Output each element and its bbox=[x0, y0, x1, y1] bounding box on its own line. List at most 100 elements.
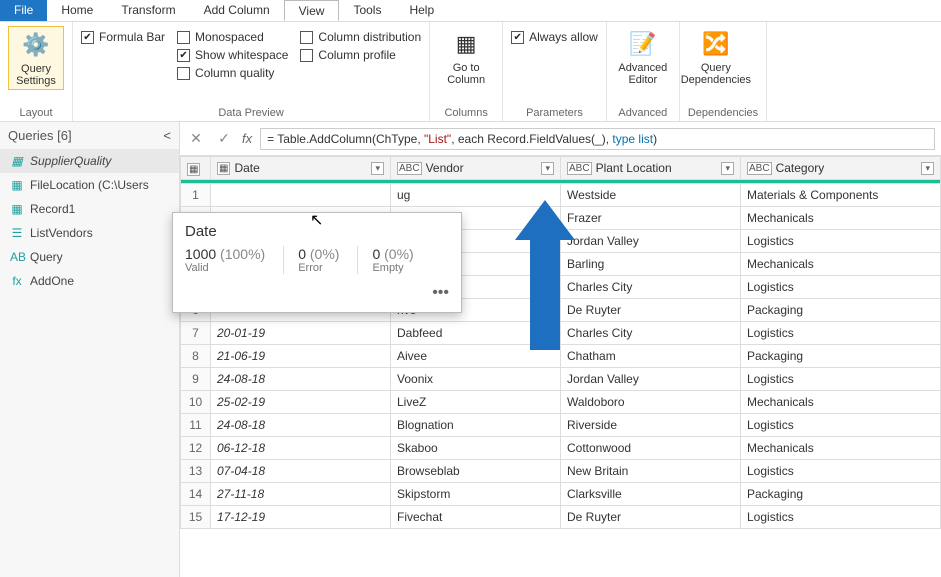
row-number[interactable]: 13 bbox=[181, 460, 211, 483]
cell-category[interactable]: Materials & Components bbox=[741, 184, 941, 207]
menu-file[interactable]: File bbox=[0, 0, 47, 21]
cell-date[interactable]: 25-02-19 bbox=[211, 391, 391, 414]
menu-add-column[interactable]: Add Column bbox=[190, 0, 284, 21]
table-row[interactable]: 1025-02-19LiveZWaldoboroMechanicals bbox=[181, 391, 941, 414]
sidebar-item[interactable]: ▦Record1 bbox=[0, 197, 179, 221]
cell-plant[interactable]: Cottonwood bbox=[561, 437, 741, 460]
cell-plant[interactable]: Waldoboro bbox=[561, 391, 741, 414]
chk-column-distribution[interactable]: Column distribution bbox=[300, 30, 421, 44]
sidebar-item[interactable]: ☰ListVendors bbox=[0, 221, 179, 245]
sidebar-item[interactable]: ABQuery bbox=[0, 245, 179, 269]
menu-transform[interactable]: Transform bbox=[107, 0, 189, 21]
dropdown-icon[interactable]: ▾ bbox=[921, 162, 934, 175]
cell-date[interactable]: 06-12-18 bbox=[211, 437, 391, 460]
sidebar-item[interactable]: ▦SupplierQuality bbox=[0, 149, 179, 173]
chk-column-quality[interactable]: Column quality bbox=[177, 66, 288, 80]
menu-view[interactable]: View bbox=[284, 0, 340, 21]
row-number[interactable]: 9 bbox=[181, 368, 211, 391]
cell-category[interactable]: Logistics bbox=[741, 230, 941, 253]
cell-vendor[interactable]: LiveZ bbox=[391, 391, 561, 414]
cell-category[interactable]: Logistics bbox=[741, 506, 941, 529]
cell-category[interactable]: Mechanicals bbox=[741, 207, 941, 230]
collapse-icon[interactable]: < bbox=[163, 128, 171, 143]
stat-pct: (100%) bbox=[220, 246, 265, 262]
advanced-editor-button[interactable]: 📝 Advanced Editor bbox=[615, 26, 671, 88]
dropdown-icon[interactable]: ▾ bbox=[371, 162, 384, 175]
cell-category[interactable]: Packaging bbox=[741, 483, 941, 506]
cell-date[interactable]: 17-12-19 bbox=[211, 506, 391, 529]
chk-column-profile[interactable]: Column profile bbox=[300, 48, 421, 62]
column-header-vendor[interactable]: ABCVendor▾ bbox=[391, 157, 561, 180]
cancel-formula-button[interactable]: ✕ bbox=[186, 130, 206, 147]
cell-category[interactable]: Mechanicals bbox=[741, 391, 941, 414]
cell-category[interactable]: Logistics bbox=[741, 368, 941, 391]
menu-home[interactable]: Home bbox=[47, 0, 107, 21]
row-number[interactable]: 7 bbox=[181, 322, 211, 345]
cell-date[interactable]: 21-06-19 bbox=[211, 345, 391, 368]
table-row[interactable]: 1427-11-18SkipstormClarksvillePackaging bbox=[181, 483, 941, 506]
cell-plant[interactable]: Jordan Valley bbox=[561, 368, 741, 391]
row-number[interactable]: 14 bbox=[181, 483, 211, 506]
cell-vendor[interactable]: Fivechat bbox=[391, 506, 561, 529]
cell-date[interactable]: 07-04-18 bbox=[211, 460, 391, 483]
cell-vendor[interactable]: Skipstorm bbox=[391, 483, 561, 506]
table-row[interactable]: 1206-12-18SkabooCottonwoodMechanicals bbox=[181, 437, 941, 460]
cell-date[interactable] bbox=[211, 184, 391, 207]
row-number[interactable]: 11 bbox=[181, 414, 211, 437]
checkbox-icon bbox=[300, 31, 313, 44]
column-header-category[interactable]: ABCCategory▾ bbox=[741, 157, 941, 180]
formula-input[interactable]: = Table.AddColumn(ChType, "List", each R… bbox=[260, 128, 935, 150]
chk-show-whitespace[interactable]: Show whitespace bbox=[177, 48, 288, 62]
cell-category[interactable]: Logistics bbox=[741, 322, 941, 345]
table-row[interactable]: 1307-04-18BrowseblabNew BritainLogistics bbox=[181, 460, 941, 483]
checkbox-icon bbox=[177, 67, 190, 80]
cell-category[interactable]: Logistics bbox=[741, 414, 941, 437]
cell-category[interactable]: Packaging bbox=[741, 345, 941, 368]
cell-plant[interactable]: Clarksville bbox=[561, 483, 741, 506]
cell-category[interactable]: Mechanicals bbox=[741, 253, 941, 276]
query-dependencies-button[interactable]: 🔀 Query Dependencies bbox=[688, 26, 744, 88]
go-to-column-button[interactable]: ▦ Go to Column bbox=[438, 26, 494, 88]
cell-vendor[interactable]: Browseblab bbox=[391, 460, 561, 483]
cell-plant[interactable]: New Britain bbox=[561, 460, 741, 483]
row-number[interactable]: 8 bbox=[181, 345, 211, 368]
sidebar-item[interactable]: fxAddOne bbox=[0, 269, 179, 293]
cell-category[interactable]: Logistics bbox=[741, 460, 941, 483]
chk-monospaced[interactable]: Monospaced bbox=[177, 30, 288, 44]
tooltip-menu-button[interactable]: ••• bbox=[185, 284, 449, 302]
column-header-date[interactable]: ▦Date▾ bbox=[211, 157, 391, 180]
corner-cell[interactable]: ▦ bbox=[181, 157, 211, 180]
query-settings-button[interactable]: ⚙️ Query Settings bbox=[8, 26, 64, 90]
cell-category[interactable]: Logistics bbox=[741, 276, 941, 299]
chk-formula-bar[interactable]: Formula Bar bbox=[81, 30, 165, 44]
cell-plant[interactable]: De Ruyter bbox=[561, 506, 741, 529]
table-row[interactable]: 1517-12-19FivechatDe RuyterLogistics bbox=[181, 506, 941, 529]
cell-date[interactable]: 24-08-18 bbox=[211, 368, 391, 391]
dropdown-icon[interactable]: ▾ bbox=[721, 162, 734, 175]
accept-formula-button[interactable]: ✓ bbox=[214, 130, 234, 147]
cell-vendor[interactable]: Blognation bbox=[391, 414, 561, 437]
dependencies-icon: 🔀 bbox=[700, 28, 732, 60]
cell-date[interactable]: 24-08-18 bbox=[211, 414, 391, 437]
chk-always-allow[interactable]: Always allow bbox=[511, 30, 598, 44]
chk-label: Column distribution bbox=[318, 30, 421, 44]
cell-vendor[interactable]: Voonix bbox=[391, 368, 561, 391]
row-number[interactable]: 15 bbox=[181, 506, 211, 529]
table-row[interactable]: 924-08-18VoonixJordan ValleyLogistics bbox=[181, 368, 941, 391]
dropdown-icon[interactable]: ▾ bbox=[541, 162, 554, 175]
menu-tools[interactable]: Tools bbox=[339, 0, 395, 21]
queries-header[interactable]: Queries [6] < bbox=[0, 122, 179, 149]
row-number[interactable]: 12 bbox=[181, 437, 211, 460]
cell-plant[interactable]: Riverside bbox=[561, 414, 741, 437]
cell-category[interactable]: Mechanicals bbox=[741, 437, 941, 460]
column-header-plant[interactable]: ABCPlant Location▾ bbox=[561, 157, 741, 180]
menu-help[interactable]: Help bbox=[395, 0, 448, 21]
row-number[interactable]: 10 bbox=[181, 391, 211, 414]
row-number[interactable]: 1 bbox=[181, 184, 211, 207]
cell-vendor[interactable]: Skaboo bbox=[391, 437, 561, 460]
table-row[interactable]: 1124-08-18BlognationRiversideLogistics bbox=[181, 414, 941, 437]
cell-category[interactable]: Packaging bbox=[741, 299, 941, 322]
cell-date[interactable]: 20-01-19 bbox=[211, 322, 391, 345]
cell-date[interactable]: 27-11-18 bbox=[211, 483, 391, 506]
sidebar-item[interactable]: ▦FileLocation (C:\Users bbox=[0, 173, 179, 197]
